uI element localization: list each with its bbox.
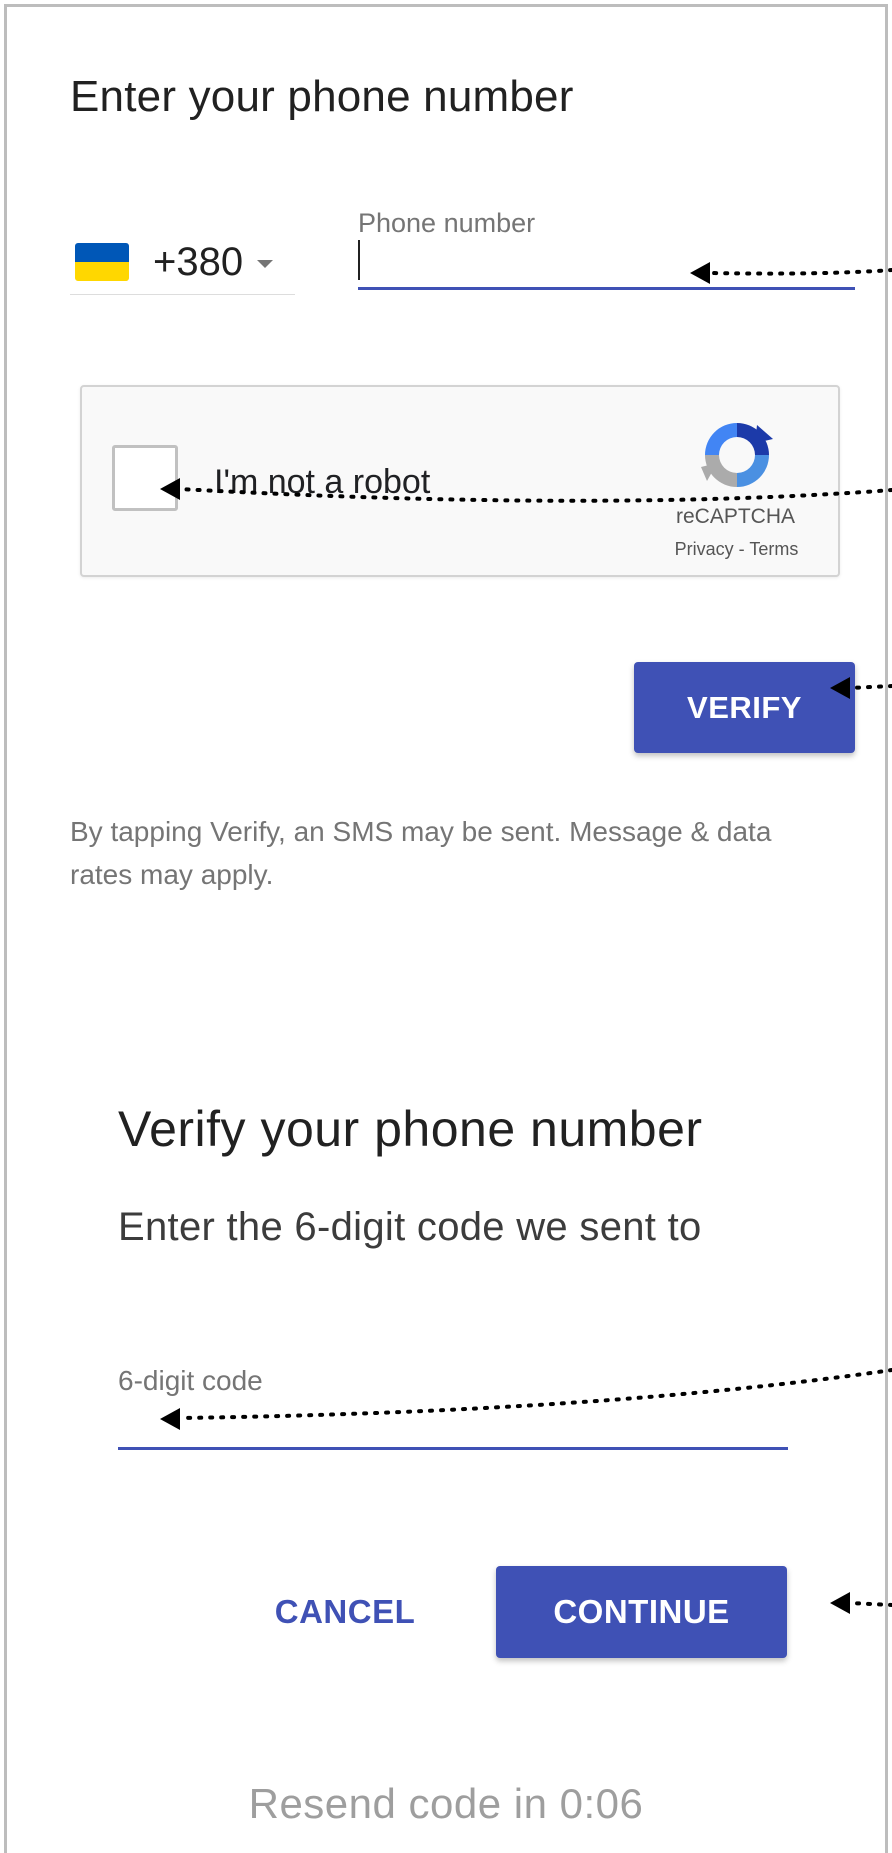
country-code: +380 — [153, 239, 244, 284]
phone-number-field — [358, 240, 855, 290]
text-cursor — [358, 240, 360, 280]
chevron-down-icon — [257, 260, 274, 268]
recaptcha-brand: reCAPTCHA — [675, 505, 796, 528]
ukraine-flag-icon — [75, 243, 129, 281]
country-selector[interactable]: +380 — [70, 230, 295, 295]
recaptcha-logo-icon — [701, 423, 773, 487]
cancel-button[interactable]: CANCEL — [255, 1566, 435, 1658]
recaptcha-privacy-terms-links[interactable]: Privacy - Terms — [664, 539, 809, 560]
resend-timer: Resend code in 0:06 — [248, 1780, 644, 1827]
recaptcha-checkbox[interactable] — [112, 445, 178, 511]
verify-subtitle: Enter the 6-digit code we sent to — [118, 1205, 702, 1249]
recaptcha-widget: I'm not a robot reCAPTCHA Privacy - Term… — [80, 385, 840, 577]
code-input[interactable] — [118, 1400, 788, 1447]
code-field — [118, 1400, 788, 1450]
sms-disclaimer: By tapping Verify, an SMS may be sent. M… — [70, 816, 772, 890]
phone-number-input[interactable] — [358, 240, 855, 287]
code-label: 6-digit code — [118, 1365, 263, 1396]
verify-title: Verify your phone number — [118, 1101, 703, 1157]
phone-number-label: Phone number — [358, 208, 536, 238]
continue-button[interactable]: CONTINUE — [496, 1566, 787, 1658]
verify-button[interactable]: VERIFY — [634, 662, 855, 753]
page-title: Enter your phone number — [70, 72, 574, 121]
recaptcha-label: I'm not a robot — [214, 463, 431, 501]
